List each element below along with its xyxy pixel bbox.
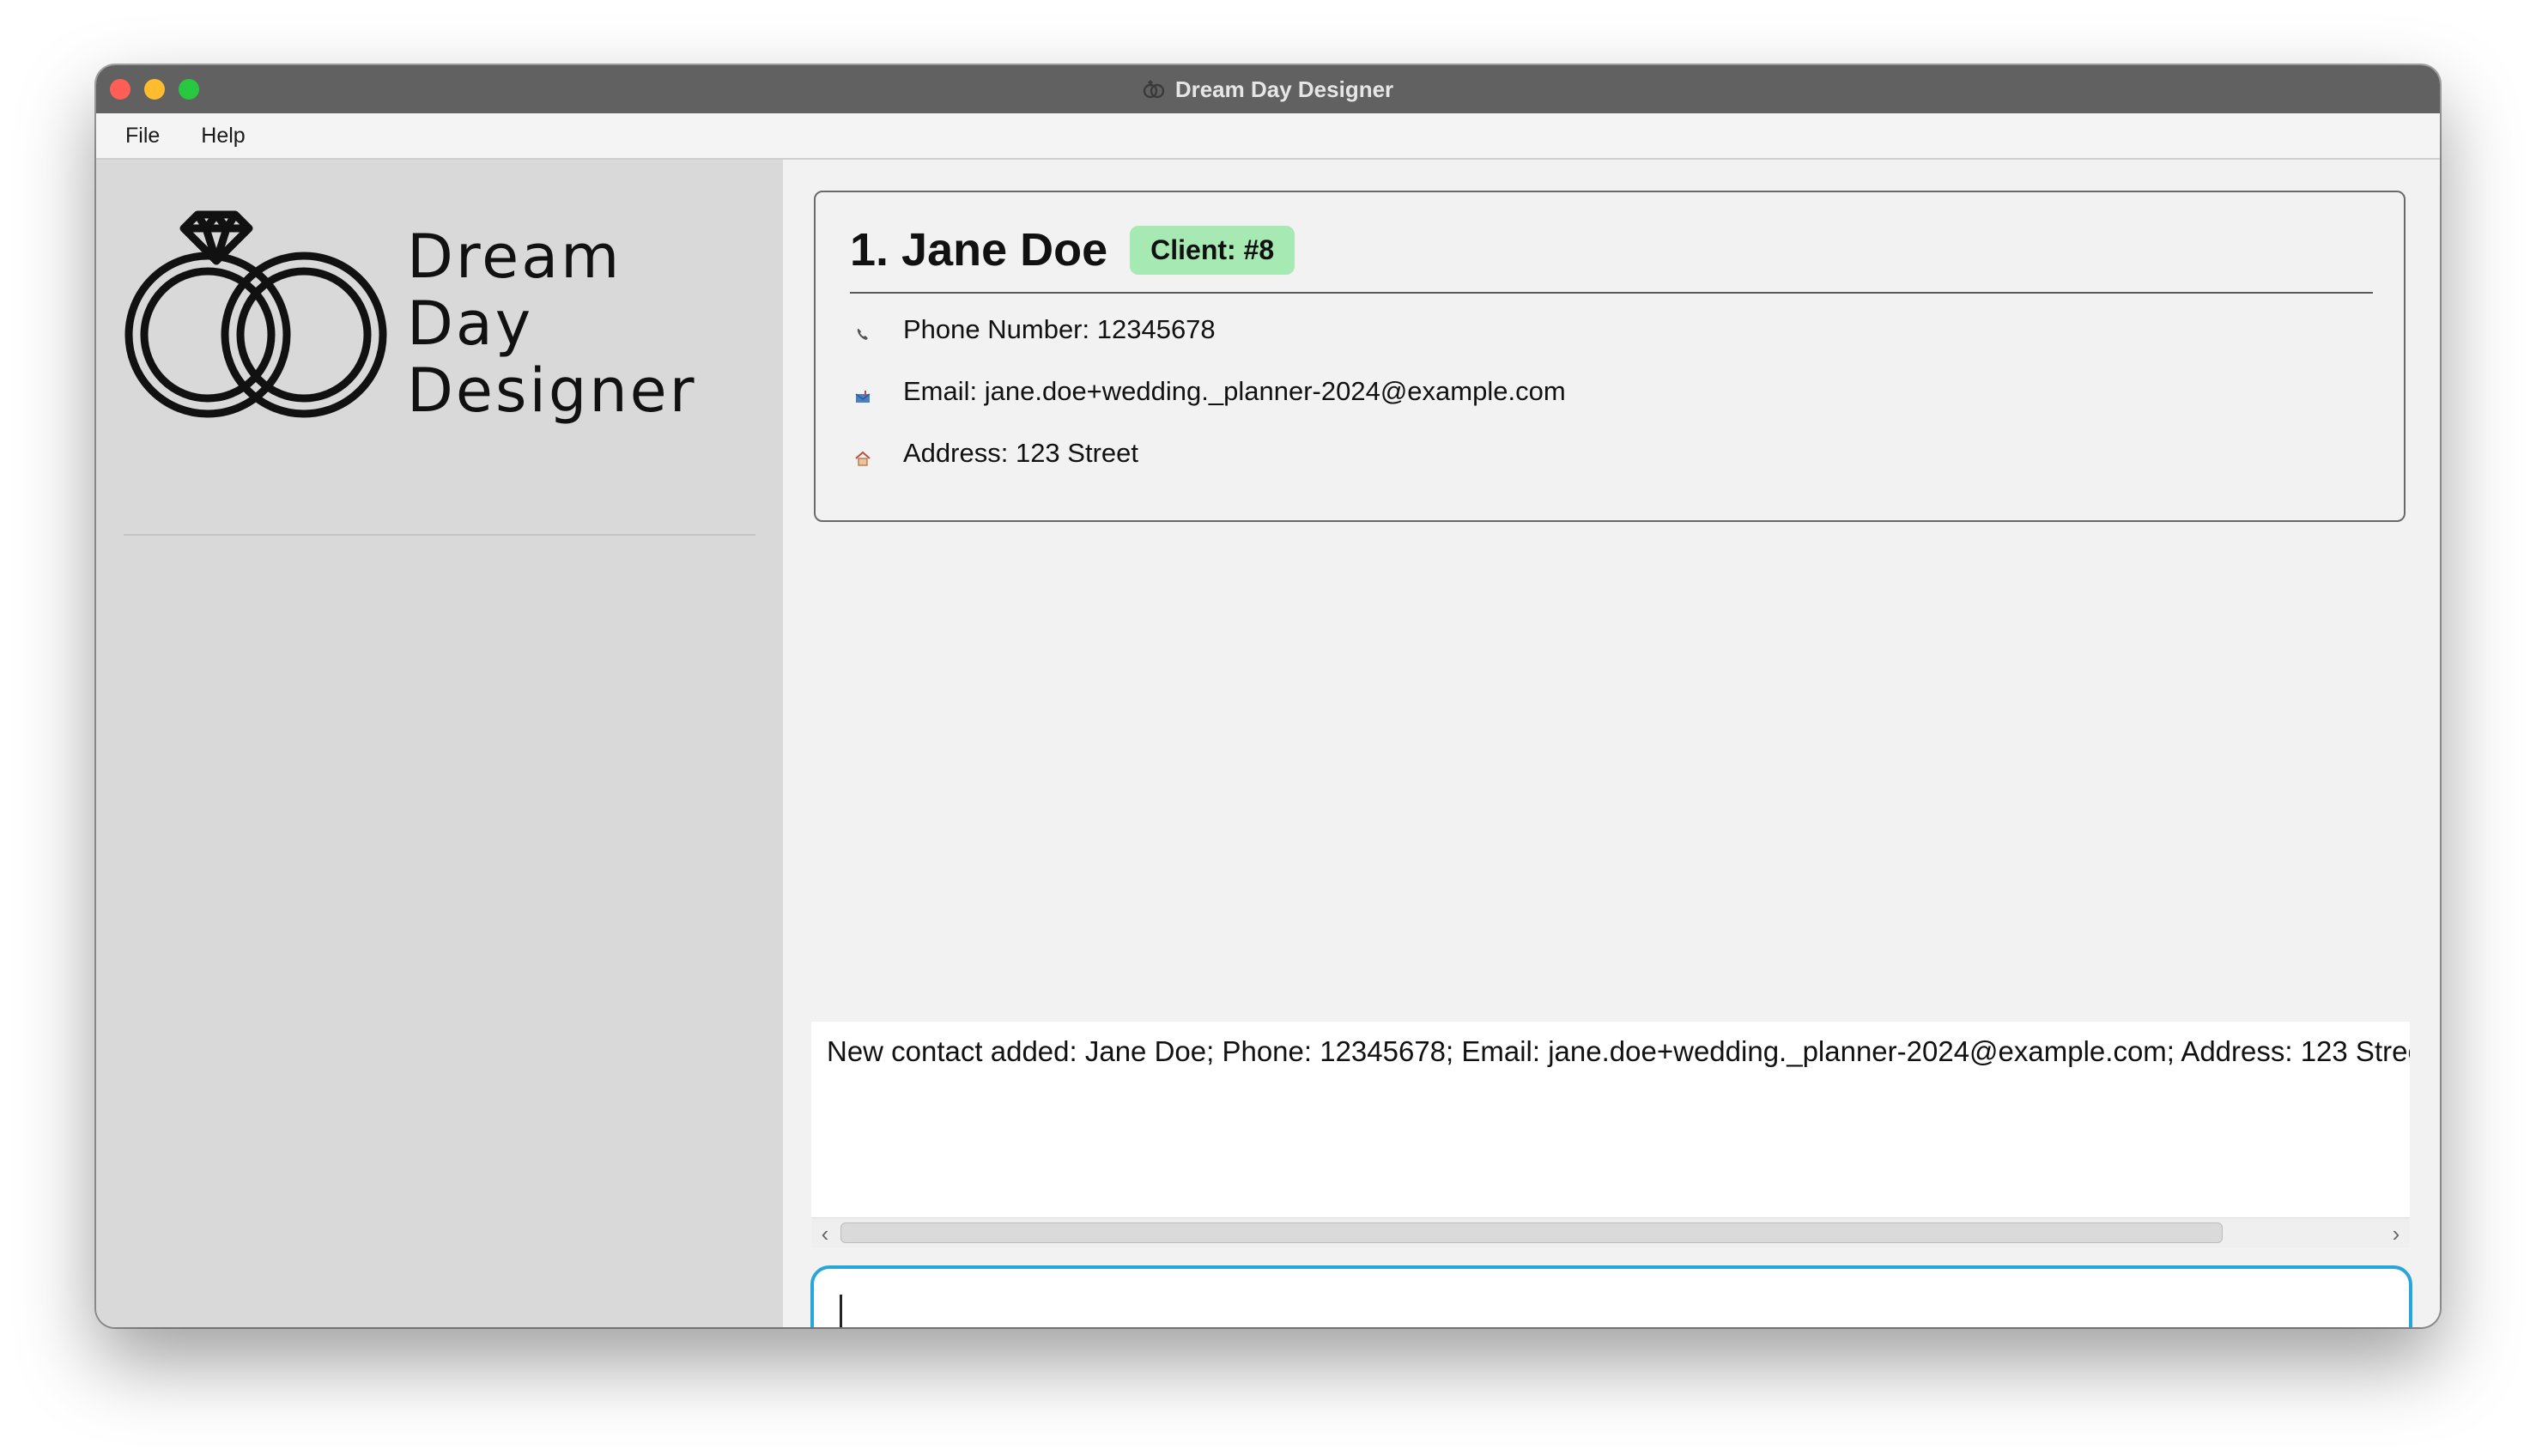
card-header: 1. Jane Doe Client: #8 [850,223,1295,276]
phone-text: Phone Number: 12345678 [903,314,1216,344]
close-window-button[interactable] [110,79,130,100]
result-display[interactable]: New contact added: Jane Doe; Phone: 1234… [811,1022,2410,1219]
sidebar-divider [124,534,755,536]
menu-bar: File Help [96,113,2440,160]
contact-card[interactable]: 1. Jane Doe Client: #8 Phone Number: 123… [814,191,2406,522]
email-text: Email: jane.doe+wedding._planner-2024@ex… [903,376,1566,406]
wedding-rings-icon [124,210,387,418]
logo-line-designer: Designer [407,355,697,426]
window-title-group: Dream Day Designer [1143,76,1393,103]
scroll-left-icon[interactable]: ‹ [813,1221,837,1247]
main-panel: 1. Jane Doe Client: #8 Phone Number: 123… [783,160,2440,1327]
scroll-thumb[interactable] [840,1222,2223,1243]
text-caret [840,1295,842,1327]
app-logo [122,194,397,430]
email-field: Email: jane.doe+wedding._planner-2024@ex… [853,376,1566,407]
title-bar: Dream Day Designer [96,65,2440,113]
window-title: Dream Day Designer [1174,76,1394,102]
scroll-right-icon[interactable]: › [2384,1221,2408,1247]
result-text: New contact added: Jane Doe; Phone: 1234… [827,1035,2410,1067]
home-icon [853,444,872,466]
rings-icon [1143,80,1165,99]
menu-file[interactable]: File [125,120,160,152]
maximize-window-button[interactable] [179,79,199,100]
phone-field: Phone Number: 12345678 [853,314,1216,345]
result-horizontal-scrollbar[interactable]: ‹ › [811,1217,2410,1247]
card-divider [850,292,2373,294]
command-box[interactable] [810,1265,2412,1327]
address-text: Address: 123 Street [903,438,1138,468]
app-window: Dream Day Designer File Help Dream Day D… [96,65,2440,1327]
contact-name: 1. Jane Doe [850,224,1108,276]
menu-help[interactable]: Help [201,120,245,152]
client-badge: Client: #8 [1130,225,1295,275]
phone-icon [853,320,872,340]
logo-line-dream: Dream [407,221,622,292]
minimize-window-button[interactable] [144,79,165,100]
command-input[interactable] [836,1286,2385,1327]
address-field: Address: 123 Street [853,438,1138,469]
logo-line-day: Day [407,288,534,359]
sidebar: Dream Day Designer [96,160,783,1327]
logo-text: Dream Day Designer [407,223,697,424]
mail-icon [853,382,872,403]
